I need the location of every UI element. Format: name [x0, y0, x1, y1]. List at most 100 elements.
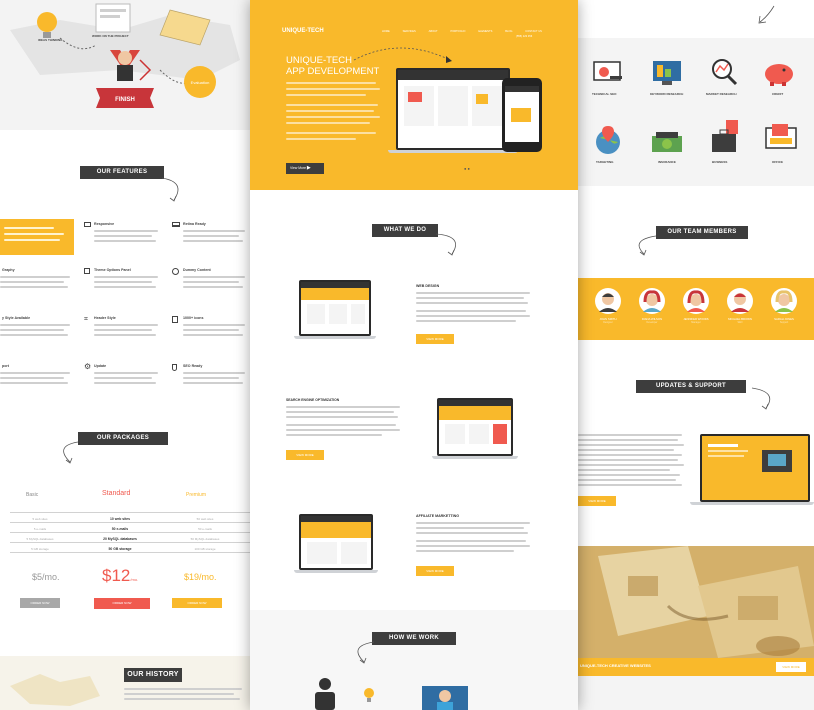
avatar — [771, 288, 797, 314]
desktop-icon — [765, 124, 797, 149]
monitor-icon — [84, 222, 91, 227]
right-footer-area — [578, 676, 814, 710]
packages-title: OUR PACKAGES — [78, 432, 168, 445]
service-icon-label: MARKET RESEARCH — [706, 92, 737, 96]
nav-item[interactable]: BLOG — [505, 30, 512, 33]
avatar — [683, 288, 709, 314]
team-member: JENNIFER WOODS Manager — [676, 288, 716, 324]
arrow-curve-icon — [435, 233, 456, 256]
nav-item[interactable]: ELEMENTS — [478, 30, 492, 33]
nav-item[interactable]: ABOUT — [429, 30, 438, 33]
header-icon: ⌗ — [84, 316, 88, 323]
service-icon-label: TARGETING — [596, 160, 614, 164]
team-member: MICHAEL BROWN SEO — [720, 288, 760, 324]
search-icon — [712, 59, 738, 86]
team-member: SARAH JONES Support — [764, 288, 804, 324]
person-icon — [315, 678, 335, 710]
play-icon: ▶ — [306, 165, 311, 171]
arrow-curve-icon — [161, 177, 179, 202]
updates-view-more-button[interactable]: VIEW MORE — [578, 496, 616, 506]
nav-item[interactable]: PORTFOLIO — [450, 30, 465, 33]
avatar — [639, 288, 665, 314]
nav-item[interactable]: HOME — [382, 30, 390, 33]
doc-icon — [172, 316, 178, 323]
lamp-label: IDEAS THINKING — [38, 38, 63, 42]
order-button[interactable]: ORDER NOW — [172, 598, 222, 608]
team-strip: JOHN SMITH Designer DIANA WILSON Develop… — [578, 278, 814, 340]
arrow-curve-icon — [751, 387, 771, 410]
service-laptop-image — [294, 280, 376, 344]
left-hero-illustration: FINISH Evaluation IDEAS THINKING WORK ON… — [0, 0, 250, 130]
globe-pin-icon — [596, 126, 620, 154]
history-title: OUR HISTORY — [124, 668, 182, 682]
svg-text:FINISH: FINISH — [115, 97, 135, 103]
service-icon-label: TECHNICAL SEO — [592, 92, 617, 96]
main-nav: HOME SERVICES ABOUT PORTFOLIO ELEMENTS B… — [382, 30, 542, 33]
plan-name: Standard — [102, 490, 131, 497]
service-laptop-image — [432, 398, 518, 464]
arrow-curve-icon — [357, 641, 375, 664]
order-button[interactable]: ORDER NOW — [94, 598, 150, 609]
header-phone: (555) 123 456 — [516, 35, 533, 38]
service-icon-label: OFFICE — [772, 160, 783, 164]
monitor-avatar-icon — [422, 686, 468, 710]
hero-phone-image — [502, 78, 542, 152]
service-icon-label: KEYWORD RESEARCH — [650, 92, 684, 96]
avatar — [595, 288, 621, 314]
service-view-more-button[interactable]: VIEW MORE — [286, 450, 324, 460]
plan-name: Premium — [186, 492, 207, 498]
service-view-more-button[interactable]: VIEW MORE — [416, 334, 454, 344]
creative-text: UNIQUE-TECH CREATIVE WEBSITES — [580, 663, 651, 668]
features-title: OUR FEATURES — [80, 166, 164, 179]
how-we-work-title: HOW WE WORK — [372, 632, 456, 645]
shield-icon — [172, 364, 177, 371]
team-member: JOHN SMITH Designer — [588, 288, 628, 324]
window-icon — [84, 268, 90, 274]
arrow-curve-icon — [638, 235, 657, 256]
lightbulb-icon — [364, 688, 374, 702]
arrow-icon — [758, 5, 775, 24]
money-icon — [652, 132, 682, 152]
center-column: UNIQUE-TECH HOME SERVICES ABOUT PORTFOLI… — [250, 0, 578, 710]
view-more-button[interactable]: View More ▶ — [286, 163, 324, 174]
avatar — [727, 288, 753, 314]
service-title: AFFILIATE MARKETTING — [416, 514, 460, 518]
hero-title: UNIQUE-TECH APP DEVELOPMENT — [286, 55, 380, 77]
left-hero-art: FINISH Evaluation — [10, 3, 240, 108]
hero-section: UNIQUE-TECH HOME SERVICES ABOUT PORTFOLI… — [250, 0, 578, 190]
plan-price: $19/mo. — [184, 572, 217, 582]
arrow-curve-icon — [63, 441, 79, 464]
briefcase-icon — [712, 120, 738, 152]
nav-item[interactable]: CONTACT US — [525, 30, 542, 33]
service-icon-label: BUSINESS — [712, 160, 728, 164]
team-member: DIANA WILSON Developer — [632, 288, 672, 324]
piggy-bank-icon — [765, 64, 793, 86]
person-icon — [117, 65, 133, 81]
order-button[interactable]: ORDER NOW — [20, 598, 60, 608]
plan-features: 10 web sites 50 e-mails 20 MySQL databas… — [103, 517, 137, 551]
world-map-image — [10, 674, 100, 706]
updates-title: UPDATES & SUPPORT — [636, 380, 746, 393]
nav-item[interactable]: SERVICES — [403, 30, 416, 33]
service-view-more-button[interactable]: VIEW MORE — [416, 566, 454, 576]
svg-text:Evaluation: Evaluation — [191, 80, 210, 85]
plan-features: 50 web sites 50 e-mails 50 MySQL databas… — [190, 517, 220, 551]
slider-dots[interactable]: ● ● — [464, 166, 470, 171]
project-label: WORK ON THE PROJECT — [92, 34, 129, 38]
monitor-chart-icon — [653, 61, 681, 85]
right-column: TECHNICAL SEO KEYWORD RESEARCH MARKET RE… — [578, 0, 814, 710]
smile-icon — [172, 268, 179, 275]
mockup-stage: FINISH Evaluation IDEAS THINKING WORK ON… — [0, 0, 814, 710]
creative-view-more-button[interactable]: VIEW MORE — [776, 662, 806, 672]
service-laptop-image — [294, 514, 378, 578]
plan-features: 5 web sites 5 e-mails 5 MySQL databases … — [26, 517, 54, 551]
what-we-do-title: WHAT WE DO — [372, 224, 438, 237]
lightbulb-icon — [37, 12, 57, 32]
how-we-work-section — [250, 610, 578, 710]
team-title: OUR TEAM MEMBERS — [656, 226, 748, 239]
service-title: WEB DESIGN — [416, 284, 440, 288]
plan-name: Basic — [26, 492, 39, 498]
plan-price: $12/mo. — [102, 566, 139, 585]
brand-logo[interactable]: UNIQUE-TECH — [282, 28, 324, 34]
tools-icon — [593, 61, 622, 81]
